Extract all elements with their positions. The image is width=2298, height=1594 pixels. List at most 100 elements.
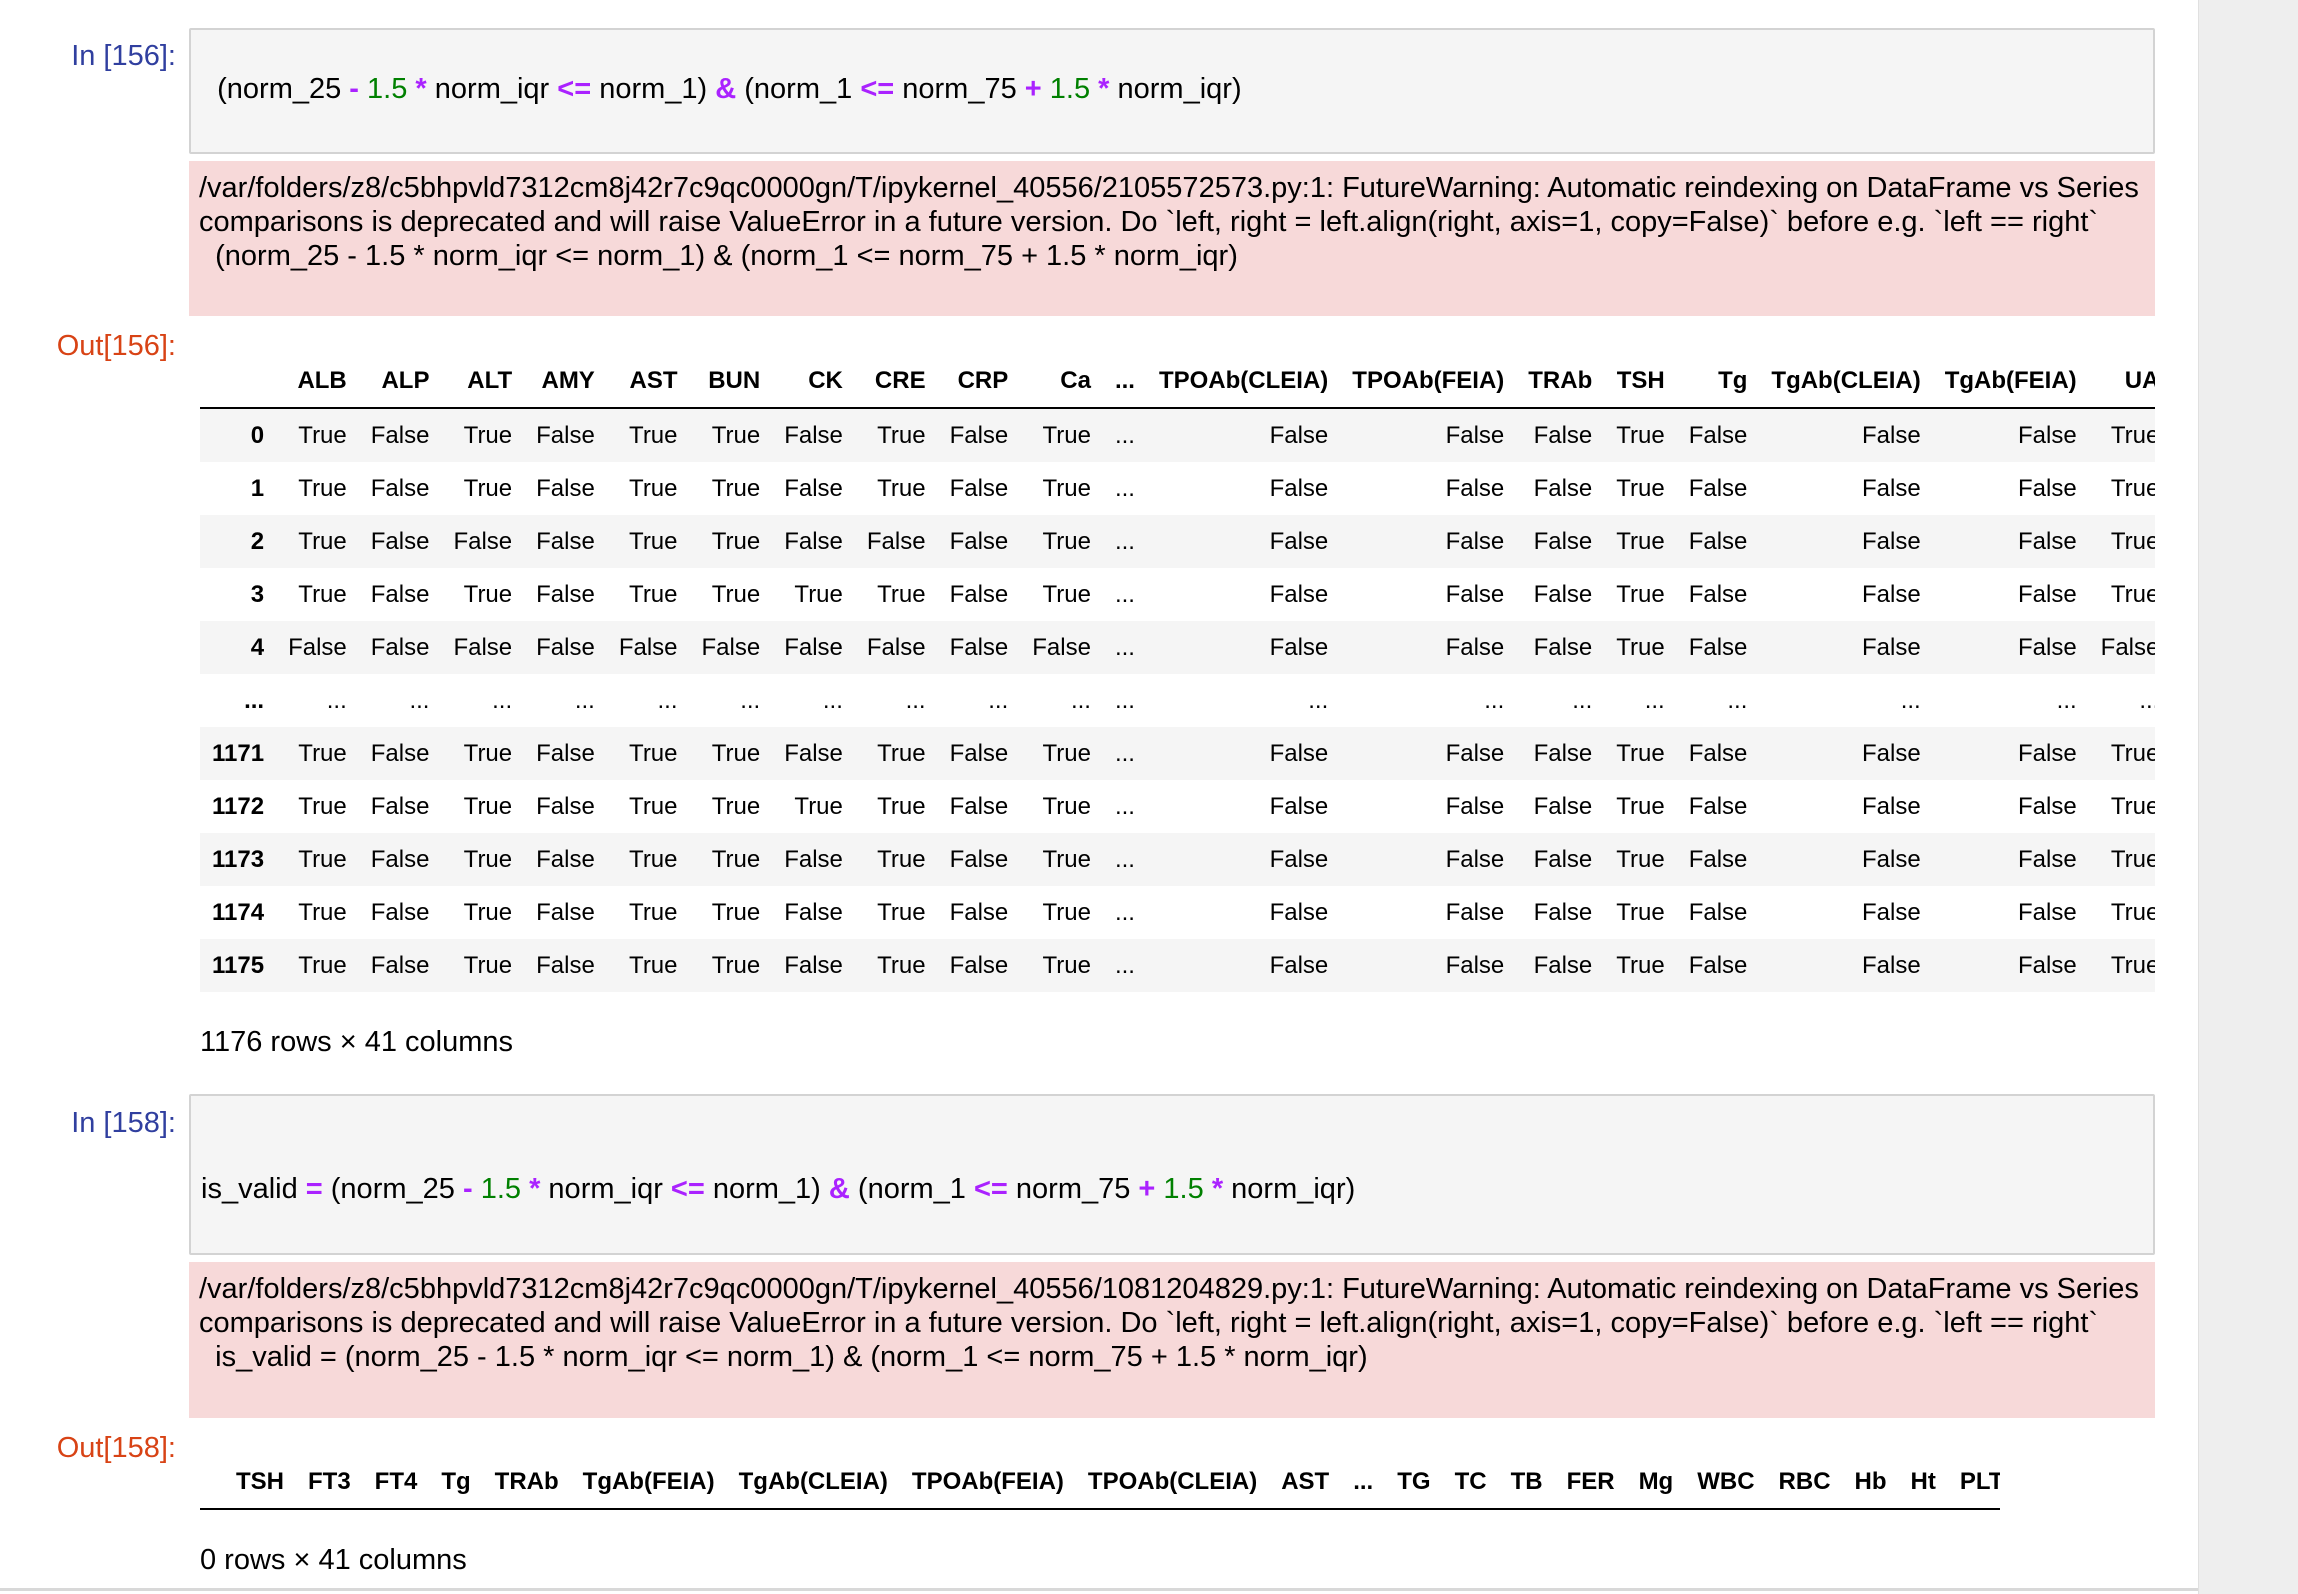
- column-header: ...: [1341, 1456, 1386, 1510]
- table-cell: ...: [988, 686, 1009, 714]
- table-cell: True: [298, 898, 347, 926]
- code-text: (norm_25: [322, 1173, 463, 1205]
- table-cell: False: [949, 898, 1009, 926]
- table-cell: False: [1533, 739, 1593, 767]
- column-header: TSH: [1604, 355, 1677, 409]
- table-cell: False: [370, 739, 430, 767]
- table-row: 1174 True False True False True True False True F…: [200, 886, 2155, 939]
- row-index: 1: [250, 474, 265, 502]
- code-number: 1.5: [367, 73, 408, 105]
- table-cell: True: [877, 792, 926, 820]
- table-cell: False: [1533, 633, 1593, 661]
- table-cell: True: [463, 898, 513, 926]
- table-cell: False: [1269, 421, 1329, 449]
- table-cell: False: [2017, 633, 2077, 661]
- table-cell: ...: [1114, 951, 1135, 979]
- code-operator: &: [715, 73, 737, 105]
- column-header: TgAb(CLEIA): [1759, 355, 1933, 409]
- table-cell: True: [1616, 527, 1665, 555]
- table-cell: False: [1445, 474, 1505, 502]
- table-cell: False: [1862, 527, 1921, 555]
- table-cell: True: [629, 474, 678, 502]
- code-input-156[interactable]: (norm_25 - 1.5 * norm_iqr <= norm_1) & (…: [189, 28, 2155, 154]
- scrollbar-track[interactable]: [2198, 0, 2298, 1594]
- table-cell: False: [1269, 580, 1329, 608]
- table-cell: ...: [657, 686, 678, 714]
- table-row: ........................................…: [200, 674, 2155, 727]
- table-cell: ...: [1484, 686, 1505, 714]
- table-cell: False: [1862, 898, 1921, 926]
- table-row: 4 False False False False False False False Fals…: [200, 621, 2155, 674]
- code-operator: <=: [973, 1173, 1008, 1205]
- table-cell: False: [1862, 421, 1921, 449]
- table-cell: True: [1042, 739, 1091, 767]
- table-cell: True: [2110, 421, 2155, 449]
- table-cell: False: [866, 527, 926, 555]
- table-cell: False: [536, 951, 595, 979]
- out-prompt-156: Out[156]:: [56, 330, 176, 362]
- table-cell: False: [1445, 792, 1505, 820]
- code-number: 1.5: [1049, 73, 1091, 105]
- code-operator: *: [1098, 73, 1110, 105]
- table-cell: True: [298, 580, 347, 608]
- table-cell: False: [784, 633, 843, 661]
- table-cell: True: [1616, 898, 1665, 926]
- table-cell: False: [1445, 633, 1505, 661]
- table-cell: True: [1042, 421, 1091, 449]
- code-text: is_valid: [201, 1173, 306, 1205]
- table-cell: True: [298, 474, 347, 502]
- code-operator: =: [305, 1173, 323, 1205]
- table-cell: False: [536, 527, 595, 555]
- table-cell: False: [1862, 792, 1921, 820]
- table-cell: True: [298, 792, 347, 820]
- code-operator: <=: [670, 1173, 705, 1205]
- table-cell: ...: [409, 686, 430, 714]
- code-input-158[interactable]: is_valid = (norm_25 - 1.5 * norm_iqr <= …: [189, 1094, 2155, 1307]
- table-cell: False: [1269, 898, 1329, 926]
- table-cell: False: [1688, 951, 1748, 979]
- table-cell: True: [711, 845, 761, 873]
- table-cell: ...: [492, 686, 513, 714]
- dataframe-table: TSH FT3 FT4 Tg TRAb TgAb(FEIA) TgAb(CLEIA) TPOA…: [200, 1456, 2000, 1510]
- table-cell: False: [2017, 421, 2077, 449]
- table-cell: True: [877, 898, 926, 926]
- row-index: 1174: [212, 898, 265, 926]
- table-cell: True: [298, 421, 347, 449]
- table-cell: False: [949, 739, 1009, 767]
- table-cell: ...: [2056, 686, 2077, 714]
- column-header: CRE: [854, 355, 938, 409]
- table-cell: False: [2017, 474, 2077, 502]
- column-header: TRAb: [1516, 355, 1605, 409]
- table-cell: True: [1616, 951, 1665, 979]
- table-cell: False: [1445, 421, 1505, 449]
- code-operator: +: [1138, 1173, 1156, 1205]
- table-cell: False: [949, 421, 1009, 449]
- row-index: 0: [250, 421, 265, 449]
- table-cell: True: [629, 527, 678, 555]
- table-row: 1173 True False True False True True False True F…: [200, 833, 2155, 886]
- column-header: BUN: [689, 355, 773, 409]
- table-cell: False: [1533, 898, 1593, 926]
- column-header: AST: [1269, 1456, 1342, 1510]
- table-cell: False: [1445, 845, 1505, 873]
- code-line: is_valid = (norm_25 - 1.5 * norm_iqr <= …: [201, 1172, 2143, 1206]
- row-index: 4: [250, 633, 265, 661]
- table-cell: False: [370, 792, 430, 820]
- table-cell: True: [1042, 474, 1091, 502]
- table-cell: True: [2110, 527, 2155, 555]
- dataframe-158: TSH FT3 FT4 Tg TRAb TgAb(FEIA) TgAb(CLEIA) TPOA…: [200, 1456, 2000, 1512]
- table-cell: False: [1445, 898, 1505, 926]
- table-cell: True: [298, 951, 347, 979]
- column-header: FER: [1554, 1456, 1627, 1510]
- table-cell: True: [711, 951, 761, 979]
- table-cell: False: [1688, 898, 1748, 926]
- column-header: Tg: [429, 1456, 483, 1510]
- row-index: 1175: [212, 951, 265, 979]
- table-cell: True: [2110, 898, 2155, 926]
- table-cell: True: [711, 421, 761, 449]
- column-header: PLT: [1947, 1456, 2000, 1510]
